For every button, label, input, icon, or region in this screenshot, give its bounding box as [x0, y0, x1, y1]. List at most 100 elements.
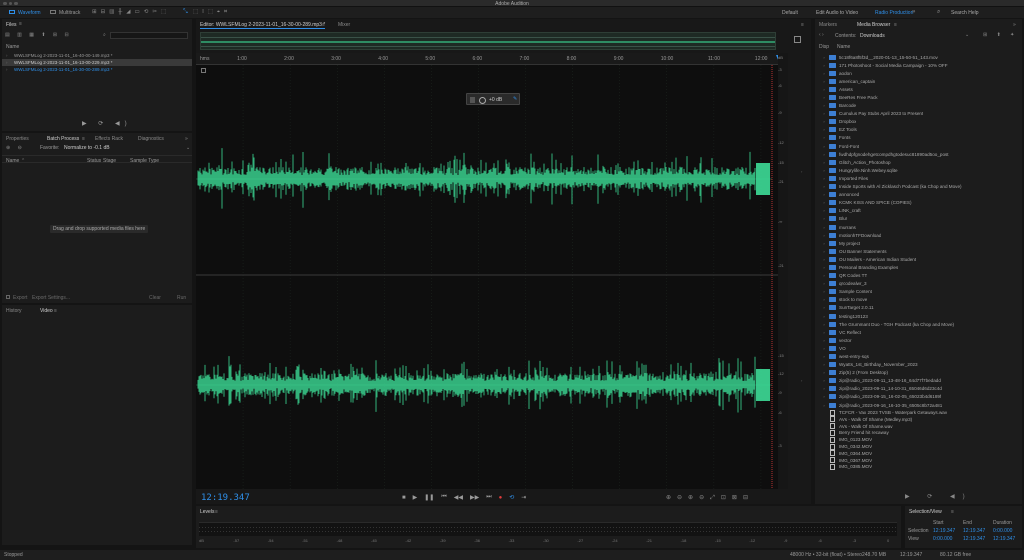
media-folder-row[interactable]: › Assets — [819, 85, 1019, 93]
expand-arrow-icon[interactable]: › — [819, 265, 829, 270]
media-folder-row[interactable]: › My project — [819, 239, 1019, 247]
tab-effects-rack[interactable]: Effects Rack — [95, 136, 123, 142]
selection-start[interactable]: 12:19.347 — [933, 528, 955, 534]
expand-arrow-icon[interactable]: › — [819, 297, 829, 302]
waveform-area[interactable]: +0 dB ✎ — [196, 65, 778, 489]
fast-forward-button[interactable]: ▶▶ — [470, 494, 479, 501]
expand-arrow-icon[interactable]: › — [819, 160, 829, 165]
media-folder-row[interactable]: › Blur — [819, 215, 1019, 223]
hud-gain[interactable]: +0 dB ✎ — [466, 93, 520, 105]
expand-arrow-icon[interactable]: › — [819, 103, 829, 108]
selection-menu-icon[interactable]: ≡ — [951, 509, 954, 515]
expand-arrow-icon[interactable]: › — [819, 289, 829, 294]
media-folder-row[interactable]: › murrans — [819, 223, 1019, 231]
media-folder-row[interactable]: › Inside Sports with Al Zicklasch Podcast… — [819, 183, 1019, 191]
expand-arrow-icon[interactable]: › — [819, 111, 829, 116]
media-folder-row[interactable]: › stock to move — [819, 296, 1019, 304]
media-file-row[interactable]: Berry Friend hit recaway — [819, 429, 1019, 437]
expand-arrow-icon[interactable]: › — [819, 144, 829, 149]
media-file-row[interactable]: TCFCR - Vax 2023 TVSB - Waterpark Getawa… — [819, 409, 1019, 416]
files-tab[interactable]: Files — [6, 22, 17, 28]
tab-history[interactable]: History — [6, 308, 22, 314]
batch-icons[interactable]: ⊕ ⊖ — [6, 145, 25, 151]
media-folder-row[interactable]: › Sample Content — [819, 288, 1019, 296]
media-folder-row[interactable]: › zip@radio_2023-09-11_13-48-16_64d77f7be… — [819, 377, 1019, 385]
selection-end[interactable]: 12:19.347 — [963, 528, 985, 534]
expand-arrow-icon[interactable]: › — [819, 354, 829, 359]
channel-l-arrow-icon[interactable]: › — [801, 169, 802, 174]
expand-arrow-icon[interactable]: › — [819, 370, 829, 375]
tab-batch-process[interactable]: Batch Process — [47, 136, 79, 142]
expand-arrow-icon[interactable]: › — [819, 119, 829, 124]
media-folder-row[interactable]: › Cumulus Pay Stubs April 2023 to Present — [819, 110, 1019, 118]
mixer-tab[interactable]: Mixer — [338, 22, 350, 28]
media-folder-row[interactable]: › Wyatts_1st_Birthday_November_2023 — [819, 361, 1019, 369]
tab-diagnostics[interactable]: Diagnostics — [138, 136, 164, 142]
multitrack-mode-button[interactable]: Multitrack — [59, 10, 80, 16]
expand-arrow-icon[interactable]: › — [819, 71, 829, 76]
media-folder-row[interactable]: › LINK_craft — [819, 207, 1019, 215]
expand-arrow-icon[interactable]: › — [819, 386, 829, 391]
expand-arrow-icon[interactable]: › — [819, 241, 829, 246]
expand-arrow-icon[interactable]: › — [819, 281, 829, 286]
vertical-scrollbar[interactable]: › › — [789, 65, 805, 489]
nav-back-icon[interactable]: ‹ › — [819, 32, 824, 38]
col-sample-type[interactable]: Sample Type — [130, 158, 159, 164]
transport-controls[interactable]: ■ ▶ ❚❚ ⏮ ◀◀ ▶▶ ⏭ ● ⟲ ⇥ — [402, 494, 526, 501]
files-toolbar-icons[interactable]: ▤ ▥ ▦ ⬆ ⊞ ⊟ — [5, 32, 72, 38]
waveform-svg[interactable] — [196, 65, 778, 489]
batch-menu-icon[interactable]: ≡ — [82, 136, 85, 142]
file-row-3[interactable]: › WWLSFMLog 2-2023-11-01_16-30-00-289.mp3… — [2, 66, 192, 73]
expand-arrow-icon[interactable]: › — [819, 394, 829, 399]
record-button[interactable]: ● — [499, 495, 503, 501]
expand-arrow-icon[interactable]: › — [819, 378, 829, 383]
loop-button[interactable]: ⟲ — [509, 494, 514, 501]
selection-duration[interactable]: 0:00.000 — [993, 528, 1012, 534]
workspace-menu-icon[interactable]: » — [912, 9, 915, 15]
expand-arrow-icon[interactable]: › — [819, 216, 829, 221]
expand-arrow-icon[interactable]: › — [819, 127, 829, 132]
expand-arrow-icon[interactable]: › — [819, 200, 829, 205]
expand-arrow-icon[interactable]: › — [819, 95, 829, 100]
pin-icon[interactable]: ✎ — [513, 96, 517, 102]
media-browser-menu-icon[interactable]: ≡ — [894, 22, 897, 28]
clear-button[interactable]: Clear — [149, 295, 161, 301]
media-folder-row[interactable]: › 171 Photoshoot - Social Media Campaign … — [819, 61, 1019, 69]
expand-arrow-icon[interactable]: › — [819, 225, 829, 230]
levels-tab[interactable]: Levels — [200, 509, 214, 515]
media-folder-row[interactable]: › The Grummant Duo - TGH Podcast (ka Chop… — [819, 320, 1019, 328]
expand-icon[interactable]: » — [185, 136, 188, 142]
media-folder-row[interactable]: › Imported Files — [819, 174, 1019, 182]
browser-footer-icons[interactable]: ▶ ⟳ ◀) — [905, 493, 973, 500]
files-panel-menu-icon[interactable]: ≡ — [19, 21, 22, 27]
file-row-1[interactable]: › WWLSFMLog 2-2023-11-01_16-40-00-149.mp3… — [2, 52, 192, 59]
run-button[interactable]: Run — [177, 295, 186, 301]
media-folder-row[interactable]: › west-entry-sqs — [819, 352, 1019, 360]
media-folder-row[interactable]: › testing120123 — [819, 312, 1019, 320]
media-folder-row[interactable]: › zip@radio_2023-09-16_16-10-35_6505c8b72… — [819, 401, 1019, 409]
overview-bar[interactable] — [200, 32, 776, 50]
media-folder-row[interactable]: › VO — [819, 344, 1019, 352]
expand-arrow-icon[interactable]: › — [819, 55, 829, 60]
file-row-2[interactable]: › WWLSFMLog 2-2023-11-01_16-13-00-229.mp3… — [2, 59, 192, 66]
workspace-radio[interactable]: Radio Production — [875, 10, 913, 16]
chevron-down-icon[interactable]: ⌄ — [186, 145, 190, 151]
media-folder-row[interactable]: › annonced — [819, 191, 1019, 199]
expand-arrow-icon[interactable]: › — [819, 208, 829, 213]
tool-icons-2[interactable]: ⬚I⬚⌖⌗ — [193, 9, 231, 16]
gain-knob-icon[interactable] — [479, 96, 486, 104]
tab-properties[interactable]: Properties — [6, 136, 29, 142]
files-search-input[interactable] — [110, 31, 188, 39]
expand-arrow-icon[interactable]: › — [819, 305, 829, 310]
media-folder-row[interactable]: › qrcodealwr_3 — [819, 280, 1019, 288]
media-folder-row[interactable]: › Fonts — [819, 134, 1019, 142]
expand-arrow-icon[interactable]: › — [819, 314, 829, 319]
expand-arrow-icon[interactable]: › — [819, 362, 829, 367]
media-folder-row[interactable]: › SunTarget 2.0.11 — [819, 304, 1019, 312]
tab-markers[interactable]: Markers — [819, 22, 837, 28]
view-start[interactable]: 0:00.000 — [933, 536, 952, 542]
media-folder-row[interactable]: › Hungrylife.Ninh.Webey.sqlite — [819, 166, 1019, 174]
time-ruler[interactable]: hms 1:00 2:00 3:00 4:00 5:00 6:00 7:00 8:00 9:00… — [196, 53, 786, 65]
expand-panel-icon[interactable]: » — [1013, 22, 1016, 28]
expand-arrow-icon[interactable]: › — [819, 403, 829, 408]
